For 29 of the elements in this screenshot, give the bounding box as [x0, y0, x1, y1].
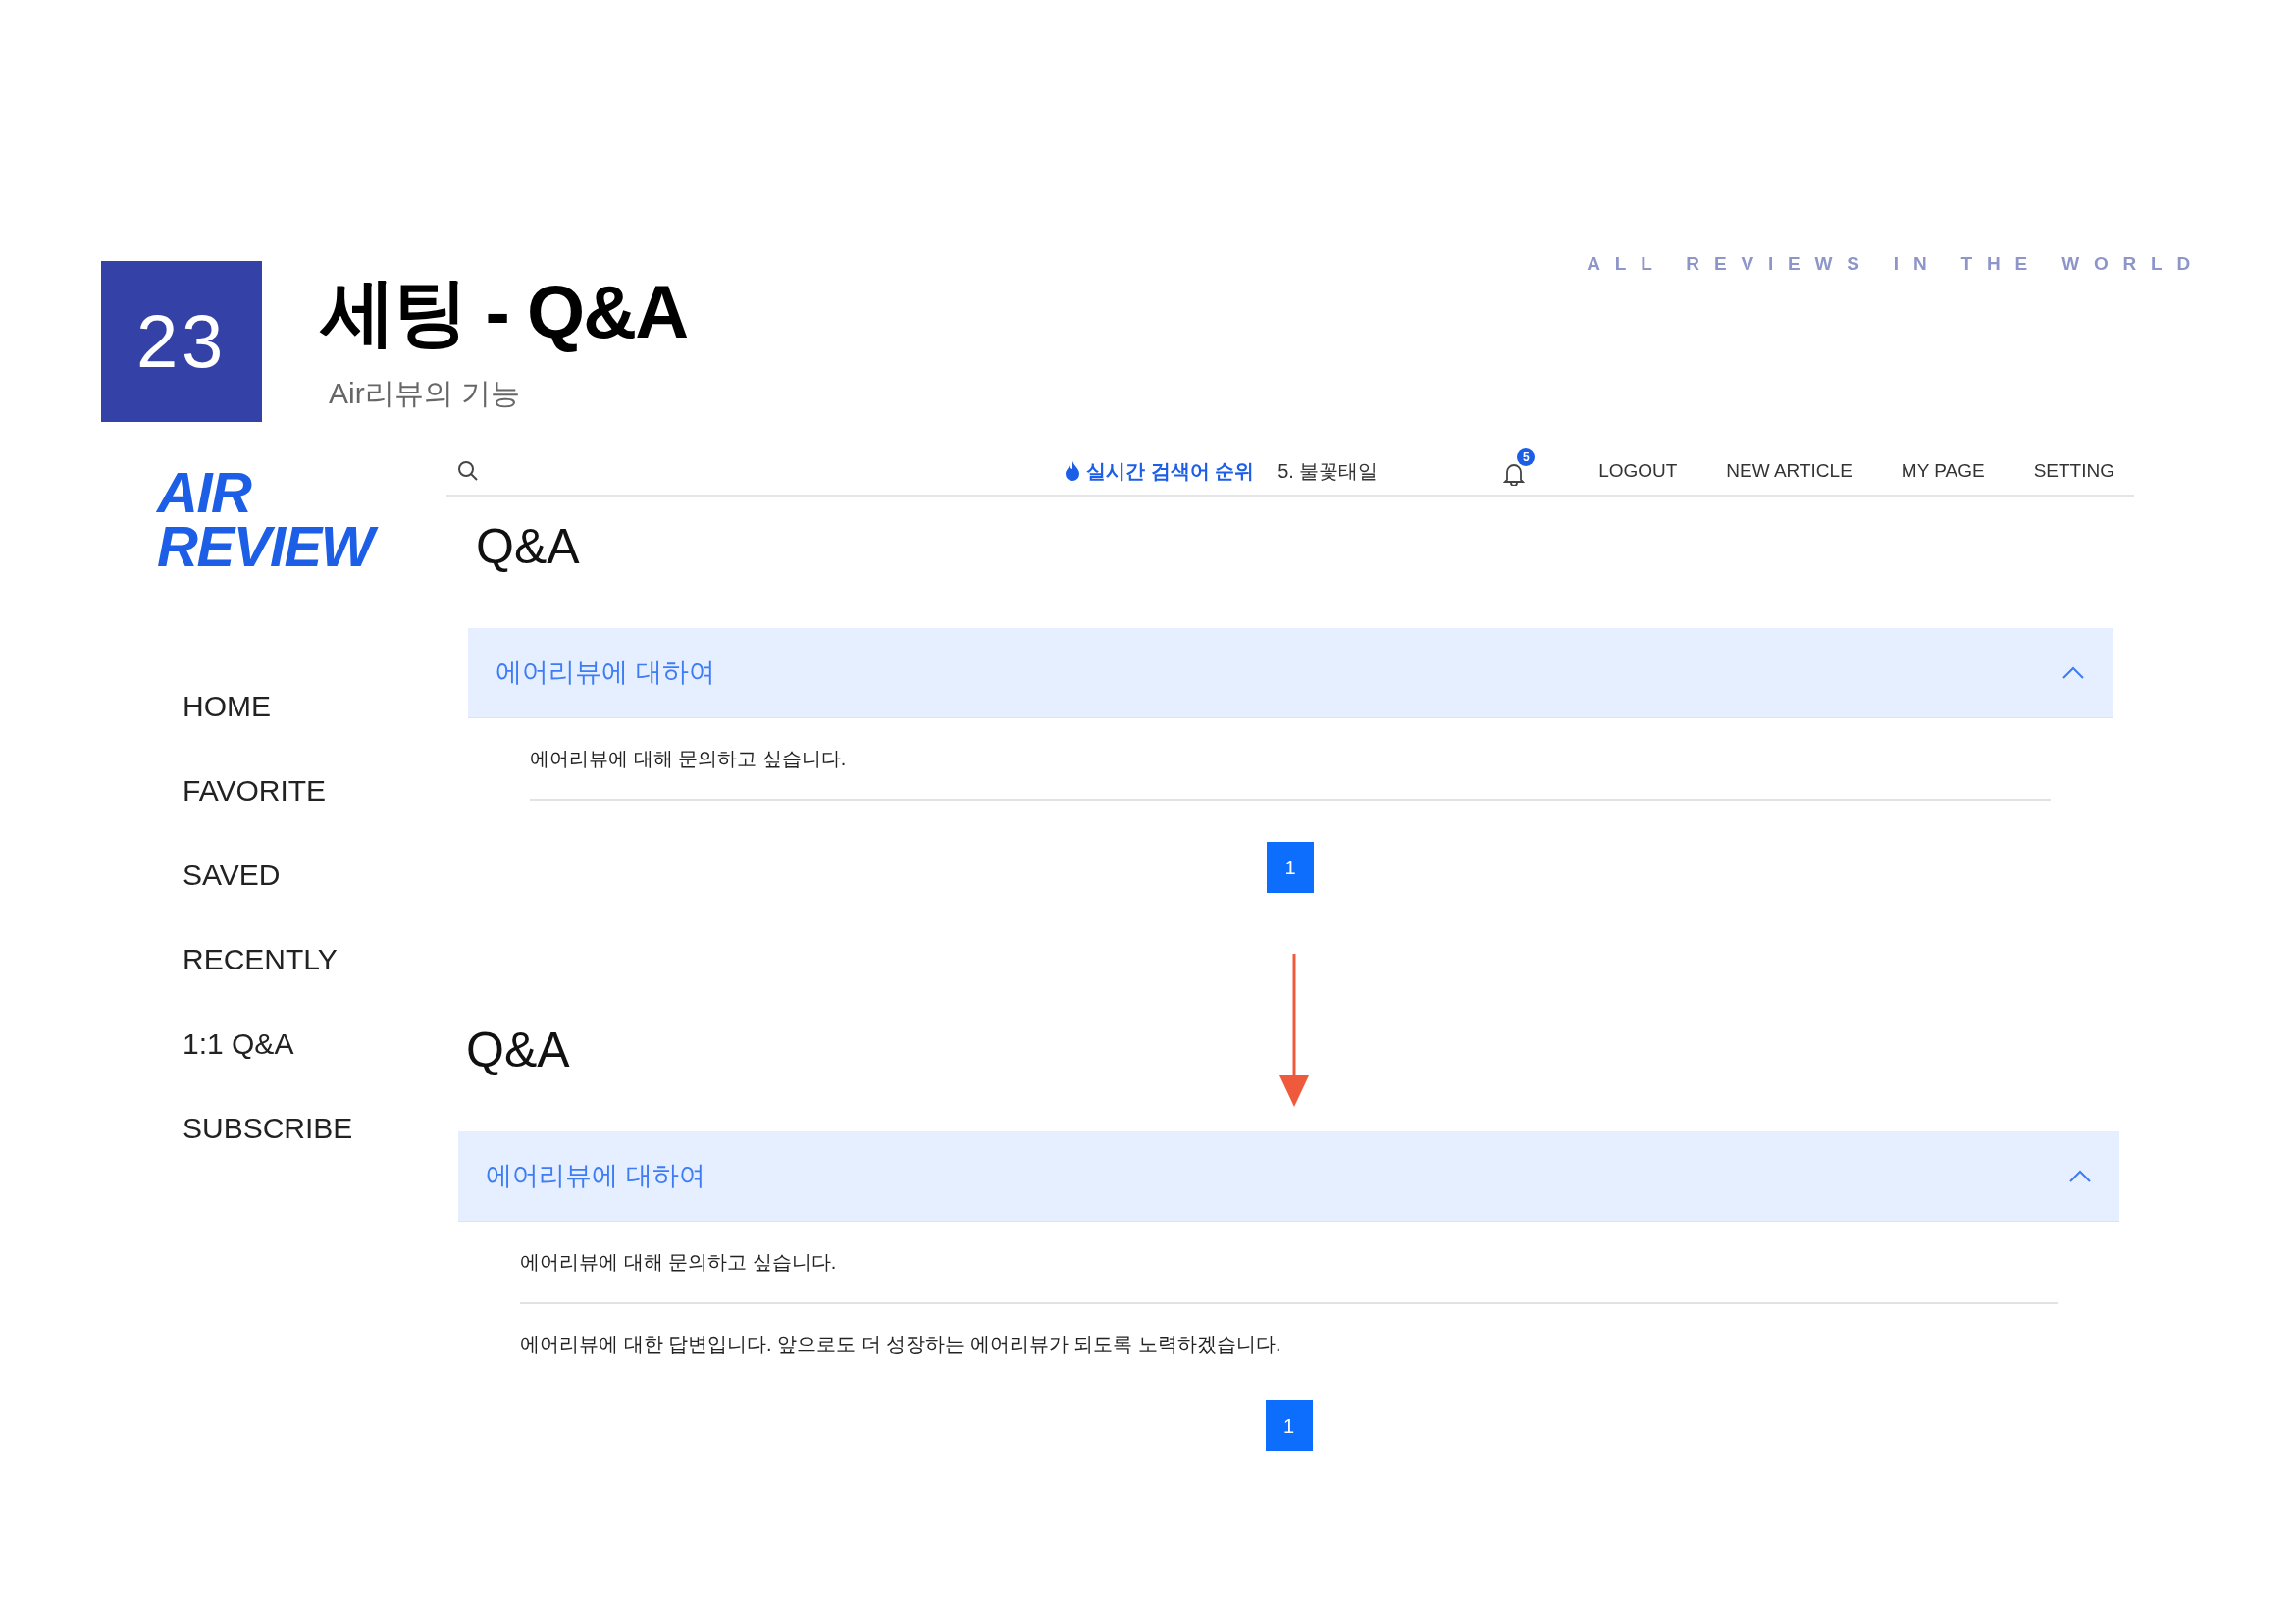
logo: AIR REVIEW: [157, 465, 446, 574]
trending-label: 실시간 검색어 순위: [1086, 459, 1255, 484]
header-link[interactable]: NEW ARTICLE: [1726, 456, 1852, 486]
search-icon[interactable]: [456, 459, 480, 483]
bell-icon[interactable]: [1503, 462, 1526, 486]
nav-link[interactable]: HOME: [183, 689, 446, 725]
question-text: 에어리뷰에 대해 문의하고 싶습니다.: [530, 718, 2051, 801]
chevron-up-icon: [2068, 1169, 2092, 1183]
flame-icon: [1065, 460, 1080, 482]
header-link[interactable]: MY PAGE: [1901, 456, 1985, 486]
nav-link[interactable]: SUBSCRIBE: [183, 1111, 446, 1147]
question-text: 에어리뷰에 대해 문의하고 싶습니다.: [520, 1222, 2058, 1304]
notification-badge: 5: [1517, 448, 1536, 466]
tagline: ALL REVIEWS IN THE WORLD: [1587, 252, 2205, 276]
nav-link[interactable]: FAVORITE: [183, 773, 446, 810]
header-link[interactable]: SETTING: [2033, 456, 2114, 486]
header-link[interactable]: LOGOUT: [1598, 456, 1678, 486]
section-title: Q&A: [465, 1025, 571, 1074]
section-title: Q&A: [475, 522, 581, 571]
answer-text: 에어리뷰에 대한 답변입니다. 앞으로도 더 성장하는 에어리뷰가 되도록 노력하겠습니다.: [520, 1333, 1282, 1357]
slide-number-badge: 23: [101, 261, 262, 422]
nav-link[interactable]: RECENTLY: [183, 942, 446, 978]
nav-link[interactable]: 1:1 Q&A: [183, 1026, 446, 1063]
chevron-up-icon: [2061, 665, 2085, 680]
nav-link[interactable]: SAVED: [183, 858, 446, 894]
trending-keyword[interactable]: 5. 불꽃태일: [1278, 456, 1379, 486]
page-button[interactable]: 1: [1265, 1400, 1313, 1451]
slide-subtitle: Air리뷰의 기능: [329, 376, 521, 411]
page-button[interactable]: 1: [1267, 842, 1314, 893]
